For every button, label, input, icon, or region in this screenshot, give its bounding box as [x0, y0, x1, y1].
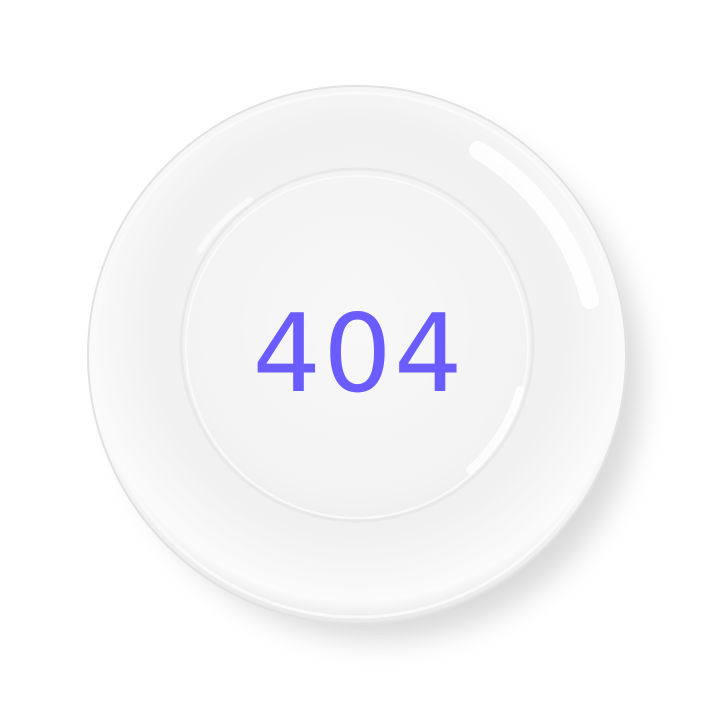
error-code: 404: [252, 292, 465, 417]
error-page: 404: [0, 0, 717, 717]
